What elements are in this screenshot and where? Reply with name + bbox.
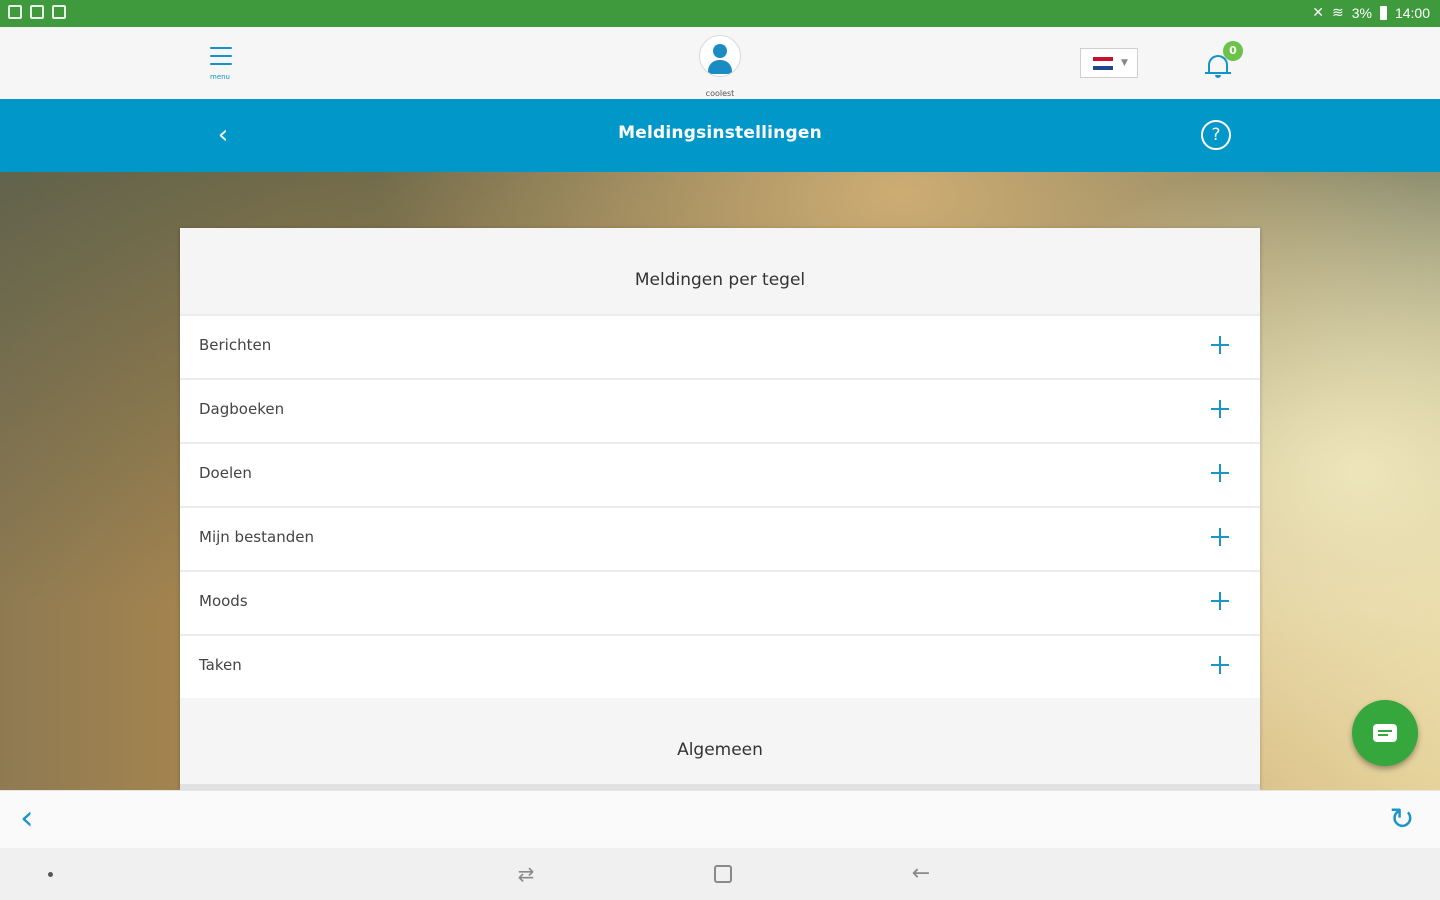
app-header: menu coolest ▼ 0	[0, 27, 1440, 100]
section-title-general: Algemeen	[677, 740, 763, 760]
menu-label: menu	[210, 73, 230, 81]
profile-button[interactable]: coolest	[695, 33, 745, 98]
plus-icon[interactable]	[1208, 525, 1232, 549]
clock: 14:00	[1394, 4, 1430, 21]
plus-icon[interactable]	[1208, 653, 1232, 677]
dutch-flag-icon	[1093, 57, 1113, 70]
setting-row-mijn-bestanden[interactable]: Mijn bestanden	[180, 506, 1260, 570]
plus-icon[interactable]	[1208, 333, 1232, 357]
setting-label: Dagboeken	[199, 400, 285, 418]
setting-row-moods[interactable]: Moods	[180, 570, 1260, 634]
chat-icon	[1373, 724, 1397, 742]
setting-label: Berichten	[199, 336, 272, 354]
battery-icon	[1379, 5, 1387, 20]
section-title-per-tile: Meldingen per tegel	[634, 270, 806, 290]
wifi-icon: ≋	[1331, 4, 1344, 20]
setting-label: Taken	[199, 656, 242, 674]
setting-row-doelen[interactable]: Doelen	[180, 442, 1260, 506]
notification-settings-card: Meldingen per tegel Berichten Dagboeken …	[180, 228, 1260, 790]
mute-icon: ✕	[1312, 4, 1324, 20]
plus-icon[interactable]	[1208, 461, 1232, 485]
setting-label: Moods	[199, 592, 248, 610]
hamburger-icon	[210, 47, 232, 71]
status-notification-icons	[8, 5, 66, 19]
nav-dot	[48, 872, 53, 877]
user-name: coolest	[705, 89, 735, 98]
setting-row-dagboeken[interactable]: Dagboeken	[180, 378, 1260, 442]
user-icon	[713, 44, 727, 58]
help-icon[interactable]: ?	[1201, 120, 1231, 150]
notifications-button[interactable]: 0	[1200, 41, 1248, 87]
notification-icon	[8, 5, 22, 19]
recents-icon[interactable]: ⇄	[512, 862, 540, 886]
browser-toolbar: ‹ ↻	[0, 790, 1440, 849]
browser-back-icon[interactable]: ‹	[20, 801, 54, 837]
setting-label: Mijn bestanden	[199, 528, 314, 546]
battery-percent: 3%	[1351, 4, 1372, 21]
setting-row-berichten[interactable]: Berichten	[180, 314, 1260, 378]
back-arrow-icon[interactable]: ‹	[205, 121, 241, 151]
plus-icon[interactable]	[1208, 397, 1232, 421]
notification-icon	[52, 5, 66, 19]
chevron-down-icon: ▼	[1121, 58, 1128, 68]
page-title: Meldingsinstellingen	[618, 123, 822, 143]
chat-button[interactable]	[1352, 700, 1418, 766]
home-icon[interactable]	[714, 865, 732, 883]
menu-button[interactable]: menu	[200, 41, 240, 85]
system-back-icon[interactable]: ←	[906, 860, 936, 888]
notification-icon	[30, 5, 44, 19]
plus-icon[interactable]	[1208, 589, 1232, 613]
status-system-icons: ✕ ≋ 3% 14:00	[1312, 4, 1430, 21]
setting-label: Doelen	[199, 464, 252, 482]
system-nav-bar: ⇄ ←	[0, 848, 1440, 900]
language-select[interactable]: ▼	[1080, 48, 1138, 78]
status-bar: ✕ ≋ 3% 14:00	[0, 0, 1440, 27]
setting-row-taken[interactable]: Taken	[180, 634, 1260, 698]
notification-count-badge: 0	[1223, 41, 1243, 61]
avatar	[699, 35, 741, 77]
page-title-bar: ‹ Meldingsinstellingen ?	[0, 99, 1440, 172]
reload-icon[interactable]: ↻	[1385, 803, 1419, 837]
